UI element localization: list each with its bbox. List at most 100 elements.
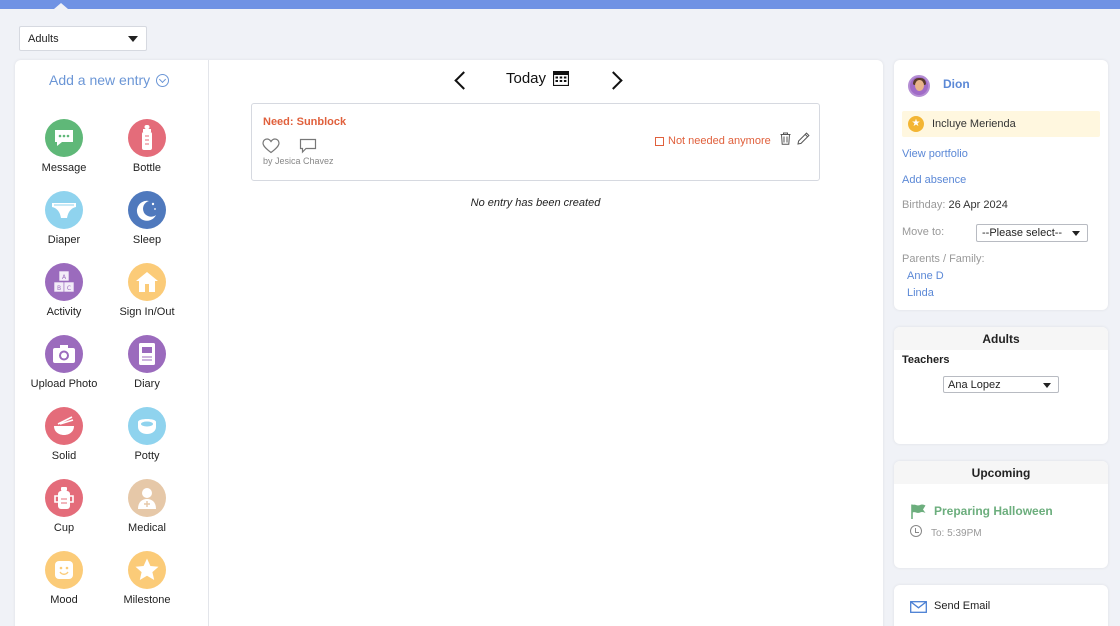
diaper-icon	[45, 191, 83, 229]
entry-type-solid[interactable]: Solid	[19, 407, 109, 475]
entry-type-label: Medical	[128, 522, 166, 534]
entry-type-activity[interactable]: A B C Activity	[19, 263, 109, 331]
chevron-down-icon	[1043, 383, 1051, 388]
entry-type-potty[interactable]: Potty	[102, 407, 192, 475]
teacher-value: Ana Lopez	[948, 379, 1001, 391]
entry-type-label: Milestone	[123, 594, 171, 606]
move-to-select[interactable]: --Please select--	[976, 224, 1088, 242]
entry-type-label: Solid	[51, 450, 77, 462]
star-icon	[128, 551, 166, 589]
star-icon: ★	[908, 116, 924, 132]
chevron-down-circle-icon	[156, 73, 170, 87]
entry-type-label: Mood	[50, 594, 78, 606]
bowl-icon	[45, 407, 83, 445]
message-icon	[45, 119, 83, 157]
empty-state-message: No entry has been created	[470, 197, 601, 209]
birthday-value: 26 Apr 2024	[948, 199, 1008, 211]
diary-icon	[128, 335, 166, 373]
actions-card: Send Email	[894, 585, 1108, 626]
not-needed-label: Not needed anymore	[668, 135, 771, 147]
event-title[interactable]: Preparing Halloween	[934, 504, 1053, 518]
previous-day-icon[interactable]	[454, 71, 473, 90]
entry-type-label: Sign In/Out	[119, 306, 175, 318]
teacher-select[interactable]: Ana Lopez	[943, 376, 1059, 393]
send-email-button[interactable]: Send Email	[934, 600, 990, 612]
entry-type-label: Upload Photo	[30, 378, 98, 390]
add-entry-toggle[interactable]: Add a new entry	[49, 72, 170, 88]
next-day-icon[interactable]	[604, 71, 623, 90]
top-bar	[0, 0, 1120, 9]
move-to-label: Move to:	[902, 226, 945, 238]
entry-type-label: Bottle	[132, 162, 162, 174]
entry-type-label: Potty	[134, 450, 160, 462]
not-needed-checkbox[interactable]: Not needed anymore	[655, 135, 771, 147]
avatar	[908, 75, 930, 97]
entry-type-diary[interactable]: Diary	[102, 335, 192, 403]
chevron-down-icon	[128, 36, 138, 42]
potty-icon	[128, 407, 166, 445]
add-absence-link[interactable]: Add absence	[902, 174, 966, 186]
parents-label: Parents / Family:	[902, 253, 985, 265]
parent-link[interactable]: Anne D	[907, 270, 944, 282]
upcoming-card-title: Upcoming	[894, 461, 1108, 484]
entry-type-upload-photo[interactable]: Upload Photo	[19, 335, 109, 403]
child-profile-card: Dion ★ Incluye Merienda View portfolio A…	[894, 60, 1108, 310]
entry-title: Need: Sunblock	[263, 116, 347, 128]
blocks-icon: ABC	[45, 263, 83, 301]
entry-card: Need: Sunblock by Jesica Chavez Not need…	[251, 103, 820, 181]
entry-type-label: Diaper	[47, 234, 81, 246]
group-filter-select[interactable]: Adults	[19, 26, 147, 51]
camera-icon	[45, 335, 83, 373]
view-portfolio-link[interactable]: View portfolio	[902, 148, 968, 160]
entry-type-label: Sleep	[132, 234, 162, 246]
pencil-icon[interactable]	[797, 132, 810, 150]
move-to-value: --Please select--	[982, 227, 1063, 239]
group-filter-value: Adults	[28, 33, 59, 45]
entry-type-diaper[interactable]: Diaper	[19, 191, 109, 259]
adults-card-title: Adults	[894, 327, 1108, 350]
badge-text: Incluye Merienda	[932, 118, 1016, 130]
entry-type-label: Activity	[46, 306, 82, 318]
calendar-icon[interactable]	[552, 70, 570, 91]
main-panel: Add a new entry Message Bottle Diaper Sleep…	[15, 60, 883, 626]
upcoming-card: Upcoming Preparing Halloween To: 5:39PM	[894, 461, 1108, 568]
chevron-down-icon	[1072, 231, 1080, 236]
mail-icon[interactable]	[910, 600, 927, 618]
child-name[interactable]: Dion	[943, 77, 970, 91]
entry-author: by Jesica Chavez	[263, 156, 334, 166]
medical-icon	[128, 479, 166, 517]
adults-card: Adults Teachers Ana Lopez	[894, 327, 1108, 444]
top-bar-notch	[54, 3, 68, 9]
moon-icon	[128, 191, 166, 229]
parent-link[interactable]: Linda	[907, 287, 934, 299]
entry-type-cup[interactable]: Cup	[19, 479, 109, 547]
entry-type-message[interactable]: Message	[19, 119, 109, 187]
status-badge: ★ Incluye Merienda	[902, 111, 1100, 137]
entry-type-milestone[interactable]: Milestone	[102, 551, 192, 619]
birthday-label: Birthday:	[902, 199, 946, 211]
house-icon	[128, 263, 166, 301]
flag-icon	[910, 503, 927, 525]
entry-type-label: Diary	[134, 378, 160, 390]
entry-type-column: Add a new entry Message Bottle Diaper Sleep…	[15, 60, 209, 626]
entry-type-mood[interactable]: Mood	[19, 551, 109, 619]
date-navigator: Today	[445, 68, 625, 98]
cup-icon	[45, 479, 83, 517]
add-entry-label: Add a new entry	[49, 72, 151, 88]
bottle-icon	[128, 119, 166, 157]
event-time: To: 5:39PM	[931, 528, 982, 539]
svg-text:C: C	[67, 285, 71, 292]
svg-text:B: B	[57, 285, 61, 292]
smile-icon	[45, 551, 83, 589]
entry-type-label: Message	[41, 162, 87, 174]
teachers-label: Teachers	[902, 354, 950, 366]
entry-type-label: Cup	[53, 522, 75, 534]
entry-type-sleep[interactable]: Sleep	[102, 191, 192, 259]
checkbox-icon	[655, 136, 664, 146]
entry-type-sign-in-out[interactable]: Sign In/Out	[102, 263, 192, 331]
trash-icon[interactable]	[780, 132, 791, 150]
today-label[interactable]: Today	[506, 70, 546, 87]
entry-type-bottle[interactable]: Bottle	[102, 119, 192, 187]
entry-type-medical[interactable]: Medical	[102, 479, 192, 547]
birthday-row: Birthday: 26 Apr 2024	[902, 199, 1008, 211]
